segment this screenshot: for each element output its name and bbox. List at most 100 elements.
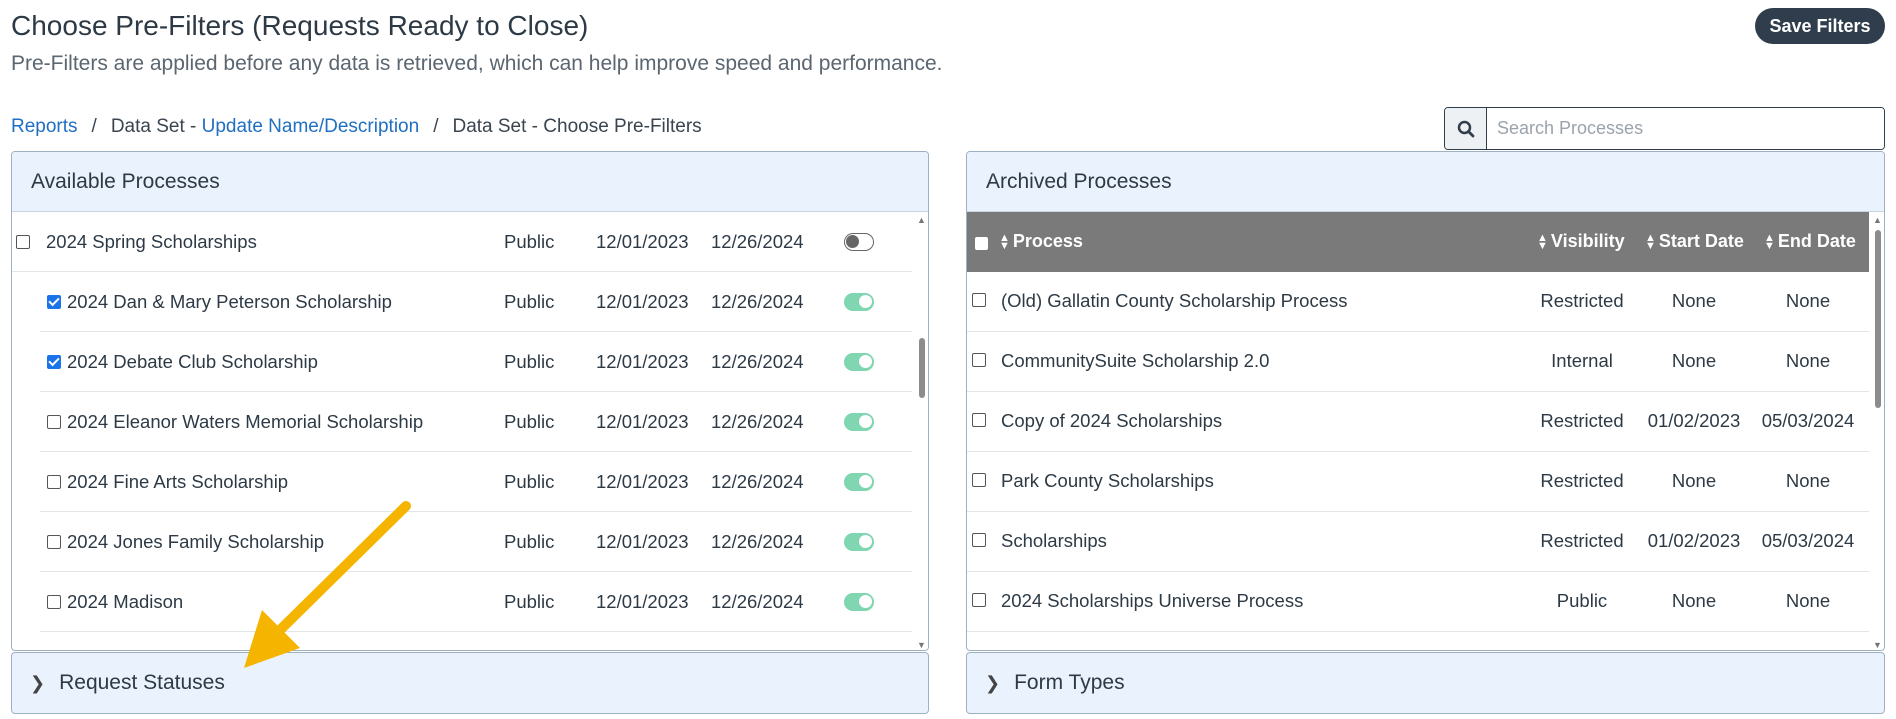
process-checkbox[interactable]: [47, 475, 61, 489]
process-row[interactable]: 2024 Dan & Mary Peterson Scholarship Publ…: [12, 272, 912, 332]
process-checkbox[interactable]: [47, 535, 61, 549]
column-header-end-date[interactable]: ▲ ▼ End Date: [1764, 231, 1856, 252]
scroll-thumb[interactable]: [919, 338, 925, 398]
process-start: 12/01/2023: [596, 591, 689, 612]
column-label-visibility: Visibility: [1550, 231, 1625, 251]
archived-processes-header: Archived Processes: [967, 152, 1884, 212]
scroll-down-arrow-icon[interactable]: ▼: [917, 640, 926, 650]
archived-process-row[interactable]: Scholarships Restricted 01/02/2023 05/03/20…: [967, 512, 1869, 572]
archived-process-name: 2024 Scholarships Universe Process: [1001, 590, 1304, 611]
archived-process-name: CommunitySuite Scholarship 2.0: [1001, 350, 1270, 371]
archived-process-checkbox[interactable]: [972, 413, 986, 427]
chevron-right-icon: ❯: [985, 672, 1001, 693]
process-end: 12/26/2024: [711, 471, 804, 492]
archived-process-visibility: Restricted: [1540, 530, 1624, 551]
available-scrollbar[interactable]: ▲ ▼: [916, 214, 928, 650]
archived-process-row[interactable]: 2024 Scholarships Universe Process Public…: [967, 572, 1869, 632]
breadcrumb-separator: /: [433, 116, 439, 137]
sort-icon: ▲ ▼: [999, 231, 1010, 252]
search-button[interactable]: [1445, 108, 1487, 149]
page-subtitle: Pre-Filters are applied before any data …: [11, 52, 943, 75]
breadcrumb-separator: /: [91, 116, 97, 137]
column-label-end-date: End Date: [1777, 231, 1856, 251]
available-processes-header: Available Processes: [12, 152, 928, 212]
process-checkbox[interactable]: [47, 355, 61, 369]
available-processes-panel: Available Processes 2024 Spring Scholars…: [11, 151, 929, 651]
save-filters-button[interactable]: Save Filters: [1755, 8, 1885, 44]
search-input[interactable]: [1487, 108, 1884, 149]
form-types-label: Form Types: [1014, 671, 1125, 694]
process-checkbox[interactable]: [47, 595, 61, 609]
column-label-start-date: Start Date: [1658, 231, 1744, 251]
process-end: 12/26/2024: [711, 411, 804, 432]
breadcrumb-reports-link[interactable]: Reports: [11, 116, 78, 138]
process-checkbox[interactable]: [16, 235, 30, 249]
archived-process-visibility: Restricted: [1540, 410, 1624, 431]
process-checkbox[interactable]: [47, 295, 61, 309]
process-visibility: Public: [504, 231, 555, 252]
active-toggle[interactable]: [844, 593, 874, 611]
column-label-process: Process: [1012, 231, 1083, 251]
breadcrumb-data-set-prefix: Data Set -: [110, 116, 202, 137]
process-row[interactable]: 2024 Madison Public 12/01/2023 12/26/2024: [12, 572, 912, 632]
archived-process-name: (Old) Gallatin County Scholarship Proces…: [1001, 290, 1348, 311]
breadcrumb-update-link[interactable]: Update Name/Description: [202, 116, 420, 138]
active-toggle[interactable]: [844, 293, 874, 311]
process-start: 12/01/2023: [596, 531, 689, 552]
archived-process-checkbox[interactable]: [972, 593, 986, 607]
archived-process-end: None: [1785, 290, 1831, 311]
process-row[interactable]: 2024 Spring Scholarships Public 12/01/2023…: [12, 212, 912, 272]
archived-process-row[interactable]: (Old) Gallatin County Scholarship Proces…: [967, 272, 1869, 332]
archived-scrollbar[interactable]: ▲ ▼: [1872, 214, 1884, 650]
process-visibility: Public: [504, 531, 555, 552]
process-name: 2024 Spring Scholarships: [46, 231, 257, 252]
process-row[interactable]: 2024 Debate Club Scholarship Public 12/01/…: [12, 332, 912, 392]
archived-process-end: None: [1785, 590, 1831, 611]
scroll-up-arrow-icon[interactable]: ▲: [1873, 215, 1882, 225]
process-end: 12/26/2024: [711, 591, 804, 612]
archived-processes-list[interactable]: (Old) Gallatin County Scholarship Proces…: [967, 272, 1884, 650]
process-name: 2024 Dan & Mary Peterson Scholarship: [67, 291, 392, 312]
active-toggle[interactable]: [844, 353, 874, 371]
process-visibility: Public: [504, 291, 555, 312]
active-toggle[interactable]: [844, 473, 874, 491]
column-header-visibility[interactable]: ▲ ▼ Visibility: [1537, 231, 1625, 252]
select-all-checkbox[interactable]: [975, 237, 988, 250]
archived-process-checkbox[interactable]: [972, 293, 986, 307]
process-name: 2024 Eleanor Waters Memorial Scholarship: [67, 411, 424, 432]
column-header-start-date[interactable]: ▲ ▼ Start Date: [1645, 231, 1744, 252]
archived-process-row[interactable]: CommunitySuite Scholarship 2.0 Internal No…: [967, 332, 1869, 392]
active-toggle[interactable]: [844, 413, 874, 431]
process-start: 12/01/2023: [596, 231, 689, 252]
archived-process-name: Scholarships: [1001, 530, 1107, 551]
archived-process-checkbox[interactable]: [972, 473, 986, 487]
archived-process-checkbox[interactable]: [972, 353, 986, 367]
process-name: 2024 Madison: [67, 591, 184, 612]
process-visibility: Public: [504, 471, 555, 492]
archived-process-name: Park County Scholarships: [1001, 470, 1214, 491]
form-types-accordion[interactable]: ❯ Form Types: [966, 652, 1885, 714]
process-row[interactable]: 2024 Jones Family Scholarship Public 12/01…: [12, 512, 912, 572]
request-statuses-accordion[interactable]: ❯ Request Statuses: [11, 652, 929, 714]
column-header-process[interactable]: ▲ ▼ Process: [999, 231, 1083, 252]
available-processes-list[interactable]: 2024 Spring Scholarships Public 12/01/2023…: [12, 212, 928, 650]
scroll-down-arrow-icon[interactable]: ▼: [1873, 640, 1882, 650]
scroll-up-arrow-icon[interactable]: ▲: [917, 215, 926, 225]
active-toggle[interactable]: [844, 233, 874, 251]
process-name: 2024 Fine Arts Scholarship: [67, 471, 289, 492]
process-checkbox[interactable]: [47, 415, 61, 429]
process-end: 12/26/2024: [711, 531, 804, 552]
search-box: [1444, 107, 1885, 150]
archived-process-start: None: [1671, 470, 1717, 491]
process-row[interactable]: 2024 Eleanor Waters Memorial Scholarship…: [12, 392, 912, 452]
archived-process-checkbox[interactable]: [972, 533, 986, 547]
process-start: 12/01/2023: [596, 351, 689, 372]
process-end: 12/26/2024: [711, 291, 804, 312]
scroll-thumb[interactable]: [1875, 230, 1881, 408]
process-row[interactable]: 2024 Fine Arts Scholarship Public 12/01/20…: [12, 452, 912, 512]
archived-process-row[interactable]: Park County Scholarships Restricted None No…: [967, 452, 1869, 512]
archived-process-visibility: Public: [1556, 590, 1608, 611]
archived-process-row[interactable]: Copy of 2024 Scholarships Restricted 01/02…: [967, 392, 1869, 452]
process-name: 2024 Jones Family Scholarship: [67, 531, 325, 552]
active-toggle[interactable]: [844, 533, 874, 551]
